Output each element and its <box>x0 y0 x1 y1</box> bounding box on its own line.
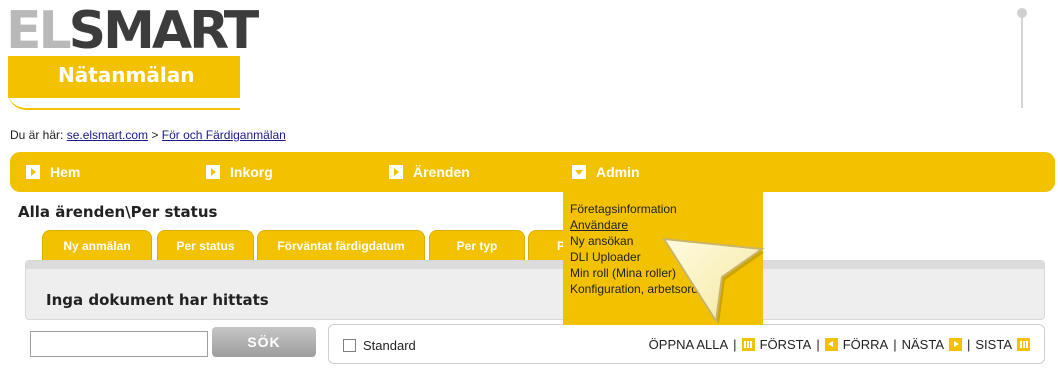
logo-el: EL <box>6 1 72 61</box>
main-nav: Hem Inkorg Ärenden Admin <box>10 152 1055 192</box>
nav-item-label: Ärenden <box>413 164 470 180</box>
nav-item-arenden[interactable]: Ärenden <box>389 164 470 180</box>
nav-item-label: Hem <box>50 164 81 180</box>
next-page-link[interactable]: NÄSTA <box>902 337 944 352</box>
menu-item-anvandare[interactable]: Användare <box>570 217 709 233</box>
standard-checkbox-label: Standard <box>363 338 416 353</box>
tab-per-typ[interactable]: Per typ <box>429 230 525 260</box>
logo-smart: SMART <box>68 1 260 61</box>
logo-curve <box>8 92 240 110</box>
elsmart-logo: Nätanmälan ELSMART <box>6 2 259 110</box>
pager-separator: | <box>967 337 971 352</box>
nav-item-label: Inkorg <box>230 164 273 180</box>
breadcrumb-prefix: Du är här: <box>10 128 64 142</box>
nav-item-label: Admin <box>596 164 640 180</box>
arrow-right-icon <box>206 165 220 179</box>
menu-item-foretagsinformation[interactable]: Företagsinformation <box>570 201 709 217</box>
breadcrumb-link-home[interactable]: se.elsmart.com <box>67 128 148 142</box>
search-input[interactable] <box>30 331 208 357</box>
tab-ny-anmalan[interactable]: Ny anmälan <box>42 230 152 260</box>
nav-item-inkorg[interactable]: Inkorg <box>206 164 273 180</box>
first-page-link[interactable]: FÖRSTA <box>760 337 812 352</box>
logo-subtitle: Nätanmälan <box>58 63 195 87</box>
page-title: Alla ärenden\Per status <box>18 203 218 221</box>
logo-wordmark: ELSMART <box>6 1 260 61</box>
pointer-cursor-icon <box>662 237 765 324</box>
arrow-down-icon <box>572 165 586 179</box>
arrow-right-icon <box>26 165 40 179</box>
last-page-link[interactable]: SISTA <box>975 337 1012 352</box>
nav-item-admin[interactable]: Admin <box>572 164 640 180</box>
breadcrumb-separator: > <box>151 128 159 142</box>
breadcrumb: Du är här: se.elsmart.com > För och Färd… <box>10 128 286 142</box>
tab-per-status[interactable]: Per status <box>157 230 254 260</box>
next-page-icon[interactable] <box>949 338 962 351</box>
prev-page-link[interactable]: FÖRRA <box>843 337 889 352</box>
pin-icon <box>1017 8 1027 108</box>
pager-separator: | <box>816 337 820 352</box>
first-page-icon[interactable] <box>741 338 755 351</box>
arrow-right-icon <box>389 165 403 179</box>
search-button[interactable]: SÖK <box>212 327 316 357</box>
open-all-link[interactable]: ÖPPNA ALLA <box>649 337 729 352</box>
standard-checkbox[interactable] <box>343 339 356 352</box>
pager: ÖPPNA ALLA | FÖRSTA | FÖRRA | NÄSTA | SI… <box>649 337 1030 352</box>
prev-page-icon[interactable] <box>824 338 838 351</box>
pin-head <box>1017 8 1027 18</box>
pin-line <box>1021 18 1023 108</box>
nav-item-hem[interactable]: Hem <box>26 164 80 180</box>
last-page-icon[interactable] <box>1017 338 1030 351</box>
results-panel: Inga dokument har hittats <box>25 260 1045 320</box>
filter-bar: Standard ÖPPNA ALLA | FÖRSTA | FÖRRA | N… <box>328 324 1045 364</box>
breadcrumb-link-current[interactable]: För och Färdiganmälan <box>162 128 286 142</box>
panel-header-strip <box>26 261 1044 269</box>
tab-forvantat-fardigdatum[interactable]: Förväntat färdigdatum <box>257 230 425 260</box>
pager-separator: | <box>733 337 737 352</box>
pager-separator: | <box>893 337 897 352</box>
empty-message: Inga dokument har hittats <box>46 291 269 309</box>
